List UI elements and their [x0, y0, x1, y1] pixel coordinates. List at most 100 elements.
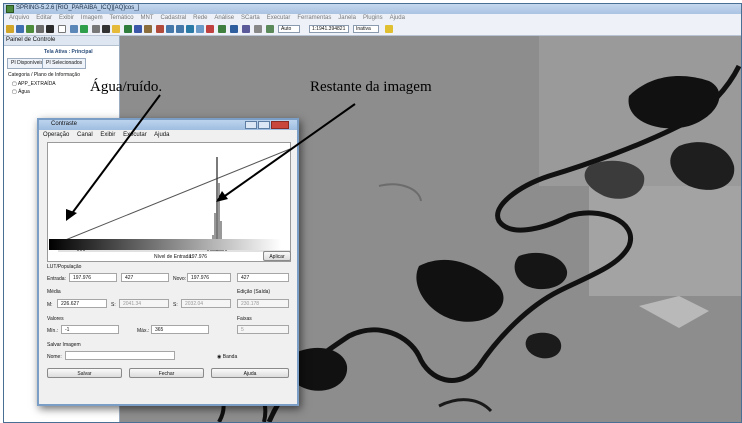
menu-janela[interactable]: Janela [338, 15, 356, 21]
maximize-button[interactable] [258, 121, 270, 129]
toolbar: Auto 1:1941.394821 Inativa [4, 23, 741, 36]
nome-field[interactable] [65, 351, 175, 360]
menu-executar[interactable]: Executar [123, 132, 147, 138]
refresh-icon[interactable] [266, 25, 274, 33]
menu-analise[interactable]: Análise [214, 15, 234, 21]
help-icon[interactable] [385, 25, 393, 33]
dialog-title-bar: Contraste [39, 120, 297, 130]
save-button[interactable]: Salvar [47, 368, 122, 378]
help-button[interactable]: Ajuda [211, 368, 289, 378]
select-icon[interactable] [230, 25, 238, 33]
edicao-field[interactable]: 230.178 [237, 299, 289, 308]
novo-count-field[interactable]: 427 [237, 273, 289, 282]
minimize-button[interactable] [245, 121, 257, 129]
tab-available[interactable]: PI Disponíveis [7, 58, 47, 69]
zoom-select[interactable]: Auto [278, 25, 300, 33]
category-label: Categoria / Plano de Informação [8, 72, 80, 78]
min-label: Mín.: [47, 328, 59, 334]
menu-canal[interactable]: Canal [77, 132, 93, 138]
dialog-title: Contraste [51, 121, 78, 127]
blank-icon[interactable] [58, 25, 66, 33]
app-icon [6, 5, 14, 13]
annotation-rest-of-image: Restante da imagem [310, 79, 432, 95]
menu-ferramentas[interactable]: Ferramentas [297, 15, 331, 21]
zoom-in-icon[interactable] [166, 25, 174, 33]
menu-rede[interactable]: Rede [193, 15, 207, 21]
menu-ajuda[interactable]: Ajuda [154, 132, 169, 138]
spring-window: SPRING-5.2.6 [RIO_PARAIBA_ICQ][AQ]cos_] … [3, 3, 742, 423]
valores-label: Valores [47, 316, 64, 322]
faixas-label: Faixas [237, 316, 252, 322]
zoom-out-icon[interactable] [176, 25, 184, 33]
grid-icon[interactable] [36, 25, 44, 33]
active-screen-label: Tela Ativa : Principal [44, 49, 93, 55]
open-icon[interactable] [6, 25, 14, 33]
layers-icon[interactable] [80, 25, 88, 33]
dialog-menu: Operação Canal Exibir Executar Ajuda [43, 132, 175, 138]
back-icon[interactable] [196, 25, 204, 33]
menu-executar[interactable]: Executar [267, 15, 291, 21]
m-label: M: [47, 302, 53, 308]
menu-exibir[interactable]: Exibir [100, 132, 115, 138]
lut-label: LUT/População [47, 264, 82, 270]
s2-label: S: [173, 302, 178, 308]
window-icon[interactable] [242, 25, 250, 33]
banda-radio[interactable]: ◉ Banda [217, 354, 237, 360]
menu-plugins[interactable]: Plugins [363, 15, 383, 21]
info-icon[interactable] [134, 25, 142, 33]
menu-tematico[interactable]: Temático [110, 15, 134, 21]
hand-icon[interactable] [206, 25, 214, 33]
s-field[interactable]: 2041.34 [119, 299, 169, 308]
menu-editar[interactable]: Editar [36, 15, 52, 21]
menu-imagem[interactable]: Imagem [81, 15, 103, 21]
scale-field[interactable]: 1:1941.394821 [309, 25, 349, 33]
menu-cadastral[interactable]: Cadastral [160, 15, 186, 21]
zoom-area-icon[interactable] [186, 25, 194, 33]
entrada-field[interactable]: 197.976 [69, 273, 117, 282]
faixas-field[interactable]: 5 [237, 325, 289, 334]
layer-app-extraida-label: APP_EXTRAÍDA [17, 81, 56, 87]
database-icon[interactable] [16, 25, 24, 33]
nome-label: Nome: [47, 354, 62, 360]
novo-field[interactable]: 197.976 [187, 273, 231, 282]
plus-icon[interactable] [112, 25, 120, 33]
s-label: S: [111, 302, 116, 308]
input-level-value: 197.976 [189, 254, 208, 260]
cursor-mode-icon[interactable] [254, 25, 262, 33]
layer-app-extraida[interactable]: ▢ APP_EXTRAÍDA [12, 81, 56, 87]
tab-selected[interactable]: PI Selecionados [42, 58, 87, 69]
menu-mnt[interactable]: MNT [141, 15, 154, 21]
s2-field[interactable]: 2032.04 [181, 299, 231, 308]
menu-arquivo[interactable]: Arquivo [9, 15, 29, 21]
layer-agua[interactable]: ▢ Água [12, 89, 30, 95]
arrow-icon[interactable] [70, 25, 78, 33]
control-panel-title: Painel de Controle [4, 36, 119, 46]
mode-select[interactable]: Inativa [353, 25, 379, 33]
window-title: SPRING-5.2.6 [RIO_PARAIBA_ICQ][AQ]cos_] [16, 5, 140, 11]
measure-icon[interactable] [144, 25, 152, 33]
max-field[interactable]: 365 [151, 325, 209, 334]
chart-icon[interactable] [218, 25, 226, 33]
edicao-label: Edição (Saída) [237, 289, 271, 295]
menu-operacao[interactable]: Operação [43, 132, 69, 138]
draw-icon[interactable] [156, 25, 164, 33]
salvar-imagem-label: Salvar Imagem [47, 342, 81, 348]
annotation-water-noise: Água/ruído. [90, 79, 163, 95]
min-field[interactable]: -1 [61, 325, 119, 334]
entrada-count-field[interactable]: 427 [121, 273, 169, 282]
close-button[interactable] [271, 121, 289, 129]
pan-icon[interactable] [102, 25, 110, 33]
tools-icon[interactable] [124, 25, 132, 33]
project-icon[interactable] [26, 25, 34, 33]
menu-scarta[interactable]: SCarta [241, 15, 260, 21]
contrast-dialog: Contraste Operação Canal Exibir Executar… [37, 118, 299, 406]
title-bar: SPRING-5.2.6 [RIO_PARAIBA_ICQ][AQ]cos_] [4, 4, 741, 14]
entrada-label: Entrada: [47, 276, 66, 282]
cursor-icon[interactable] [92, 25, 100, 33]
apply-button[interactable]: Aplicar [263, 251, 291, 261]
close-dialog-button[interactable]: Fechar [129, 368, 204, 378]
menu-exibir[interactable]: Exibir [59, 15, 74, 21]
m-field[interactable]: 226.627 [57, 299, 107, 308]
menu-ajuda[interactable]: Ajuda [390, 15, 405, 21]
pencil-icon[interactable] [46, 25, 54, 33]
